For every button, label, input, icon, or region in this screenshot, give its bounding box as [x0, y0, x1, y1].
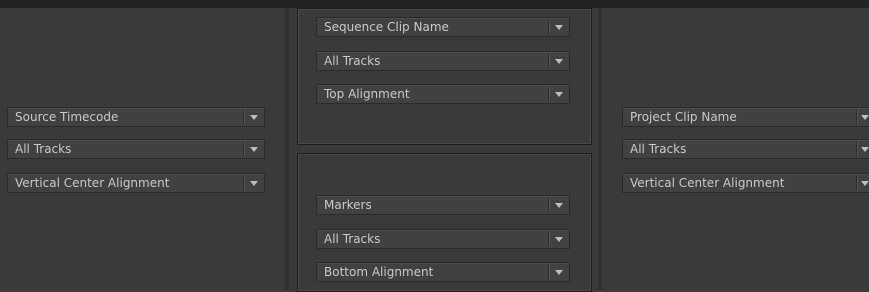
right-overlay-info-dropdown[interactable]: Project Clip Name — [622, 107, 869, 127]
chevron-down-icon[interactable] — [857, 174, 869, 192]
chevron-down-icon[interactable] — [549, 230, 569, 248]
center-bottom-tracks-dropdown[interactable]: All Tracks — [316, 229, 570, 249]
dropdown-value: All Tracks — [630, 142, 687, 156]
chevron-down-icon[interactable] — [244, 108, 264, 126]
dropdown-value: All Tracks — [15, 142, 72, 156]
top-strip — [0, 0, 869, 8]
center-top-overlay-panel: Sequence Clip Name All Tracks Top Alignm… — [297, 8, 592, 145]
dropdown-value: Project Clip Name — [630, 110, 737, 124]
chevron-down-icon[interactable] — [549, 263, 569, 281]
dropdown-value: All Tracks — [324, 54, 381, 68]
center-top-info-dropdown[interactable]: Sequence Clip Name — [316, 17, 570, 37]
center-bottom-info-dropdown[interactable]: Markers — [316, 195, 570, 215]
right-alignment-dropdown[interactable]: Vertical Center Alignment — [622, 173, 869, 193]
chevron-down-icon[interactable] — [857, 108, 869, 126]
right-tracks-dropdown[interactable]: All Tracks — [622, 139, 869, 159]
left-overlay-panel: Source Timecode All Tracks Vertical Cent… — [0, 8, 285, 290]
chevron-down-icon[interactable] — [549, 52, 569, 70]
dropdown-value: Top Alignment — [324, 87, 410, 101]
right-overlay-panel: Project Clip Name All Tracks Vertical Ce… — [602, 8, 869, 290]
dropdown-value: Markers — [324, 198, 372, 212]
center-bottom-overlay-panel: Markers All Tracks Bottom Alignment — [297, 153, 592, 292]
center-top-tracks-dropdown[interactable]: All Tracks — [316, 51, 570, 71]
center-top-alignment-dropdown[interactable]: Top Alignment — [316, 84, 570, 104]
chevron-down-icon[interactable] — [857, 140, 869, 158]
panel-gutter — [285, 8, 289, 290]
left-overlay-info-dropdown[interactable]: Source Timecode — [7, 107, 265, 127]
center-bottom-alignment-dropdown[interactable]: Bottom Alignment — [316, 262, 570, 282]
left-tracks-dropdown[interactable]: All Tracks — [7, 139, 265, 159]
dropdown-value: Vertical Center Alignment — [15, 176, 170, 190]
dropdown-value: Vertical Center Alignment — [630, 176, 785, 190]
chevron-down-icon[interactable] — [549, 196, 569, 214]
dropdown-value: Source Timecode — [15, 110, 119, 124]
chevron-down-icon[interactable] — [244, 140, 264, 158]
dropdown-value: Bottom Alignment — [324, 265, 434, 279]
dropdown-value: Sequence Clip Name — [324, 20, 449, 34]
chevron-down-icon[interactable] — [244, 174, 264, 192]
dropdown-value: All Tracks — [324, 232, 381, 246]
chevron-down-icon[interactable] — [549, 18, 569, 36]
left-alignment-dropdown[interactable]: Vertical Center Alignment — [7, 173, 265, 193]
chevron-down-icon[interactable] — [549, 85, 569, 103]
